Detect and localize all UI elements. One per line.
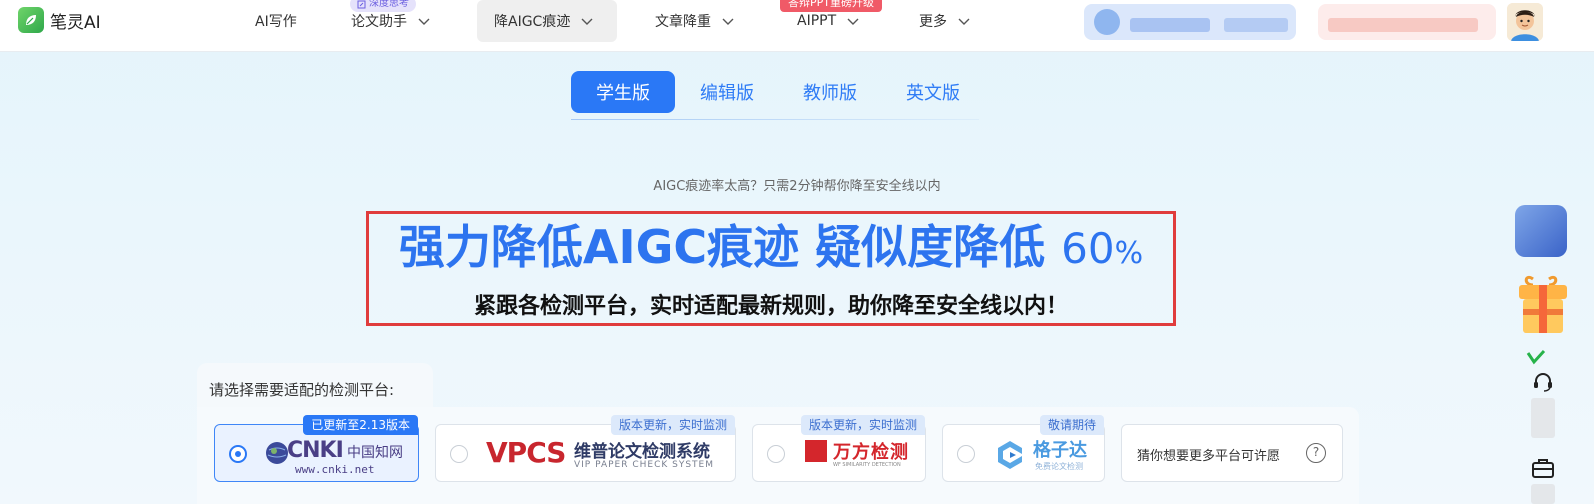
platform-card-cnki[interactable]: 已更新至2.13版本 CNKI 中国知网 www.cnki.net: [214, 415, 419, 482]
question-icon[interactable]: ?: [1306, 443, 1326, 463]
nav-ai-writing[interactable]: AI写作: [255, 0, 297, 42]
nav-aippt[interactable]: AIPPT: [797, 0, 860, 42]
hero-title: 强力降低AIGC痕迹 疑似度降低 60%: [369, 218, 1173, 283]
avatar[interactable]: [1507, 3, 1543, 41]
member-banner[interactable]: [1084, 4, 1296, 40]
cnki-logo: CNKI 中国知网 www.cnki.net: [265, 437, 407, 476]
chevron-down-icon: [722, 18, 734, 25]
platform-prompt: 请选择需要适配的检测平台:: [197, 363, 433, 409]
platform-card-vpcs[interactable]: 版本更新，实时监测 VPCS 维普论文检测系统 VIP PAPER CHECK …: [435, 415, 736, 482]
top-navigation-bar: 笔灵AI AI写作 深度思考 论文助手 降AIGC痕迹 文章降重 答辩PPT重磅…: [0, 0, 1594, 52]
nav-more[interactable]: 更多: [919, 0, 971, 42]
tab-teacher[interactable]: 教师版: [778, 71, 882, 113]
logo[interactable]: 笔灵AI: [18, 7, 101, 33]
status-badge: 已更新至2.13版本: [303, 415, 418, 435]
hero-subtitle: AIGC痕迹率太高？只需2分钟帮你降至安全线以内: [653, 179, 941, 194]
user-avatar-icon: [1507, 3, 1543, 41]
tabs-divider: [571, 119, 979, 120]
leaf-logo-icon: [18, 7, 44, 33]
side-blurred-item[interactable]: [1531, 484, 1555, 504]
wish-card[interactable]: 猜你想要更多平台可许愿 ?: [1121, 424, 1343, 482]
robot-icon: [1094, 9, 1120, 35]
platform-radio[interactable]: [957, 445, 975, 463]
tab-student[interactable]: 学生版: [571, 71, 675, 113]
side-blurred-item[interactable]: [1531, 398, 1555, 438]
floating-banner[interactable]: [1515, 205, 1567, 257]
nav-reduce-aigc[interactable]: 降AIGC痕迹: [477, 0, 617, 42]
logo-text: 笔灵AI: [50, 12, 101, 33]
platform-card-wanfang[interactable]: 版本更新，实时监测 万方检测 WF SIMILARITY DETECTION: [752, 415, 926, 482]
gift-icon[interactable]: [1515, 271, 1571, 341]
platform-radio[interactable]: [229, 445, 247, 463]
nav-label: 降AIGC痕迹: [494, 14, 571, 30]
nav-label: AIPPT: [797, 13, 837, 29]
vpcs-logo: VPCS 维普论文检测系统 VIP PAPER CHECK SYSTEM: [486, 436, 714, 470]
status-badge: 敬请期待: [1039, 415, 1104, 435]
briefcase-icon[interactable]: [1531, 457, 1555, 479]
chevron-down-icon: [847, 18, 859, 25]
nav-thesis-assistant[interactable]: 论文助手: [351, 0, 431, 42]
gezida-logo: 格子达 免费论文检测: [993, 435, 1097, 475]
gezida-mark-icon: [998, 441, 1022, 469]
platform-card-gezida[interactable]: 敬请期待 格子达 免费论文检测: [942, 415, 1105, 482]
edition-tabs: 学生版 编辑版 教师版 英文版: [571, 71, 991, 113]
wanfang-mark-icon: [805, 440, 827, 462]
hero-title-unit: %: [1114, 236, 1144, 271]
wanfang-logo: 万方检测 WF SIMILARITY DETECTION: [805, 437, 917, 475]
nav-article-dedup[interactable]: 文章降重: [655, 0, 735, 42]
hero-title-main: 强力降低AIGC痕迹 疑似度降低: [398, 220, 1046, 274]
chevron-down-icon: [958, 18, 970, 25]
nav-label: 论文助手: [351, 14, 407, 30]
chevron-down-icon: [418, 18, 430, 25]
customer-service-icon[interactable]: [1531, 370, 1555, 394]
platform-radio[interactable]: [767, 445, 785, 463]
nav-label: 文章降重: [655, 14, 711, 30]
promo-banner[interactable]: [1318, 4, 1496, 40]
status-badge: 版本更新，实时监测: [800, 415, 925, 435]
globe-icon: [266, 442, 288, 464]
wechat-icon[interactable]: [1525, 348, 1549, 368]
hero-highlight-box: 强力降低AIGC痕迹 疑似度降低 60% 紧跟各检测平台，实时适配最新规则，助你…: [366, 211, 1176, 326]
chevron-down-icon: [581, 18, 593, 25]
nav-label: AI写作: [255, 14, 297, 30]
hero-tagline: 紧跟各检测平台，实时适配最新规则，助你降至安全线以内！: [473, 294, 1068, 319]
nav-label: 更多: [919, 14, 947, 30]
hero-title-number: 60: [1061, 224, 1115, 273]
tab-english[interactable]: 英文版: [881, 71, 985, 113]
platform-radio[interactable]: [450, 445, 468, 463]
status-badge: 版本更新，实时监测: [610, 415, 735, 435]
tab-editor[interactable]: 编辑版: [675, 71, 779, 113]
wish-text: 猜你想要更多平台可许愿: [1137, 449, 1281, 464]
